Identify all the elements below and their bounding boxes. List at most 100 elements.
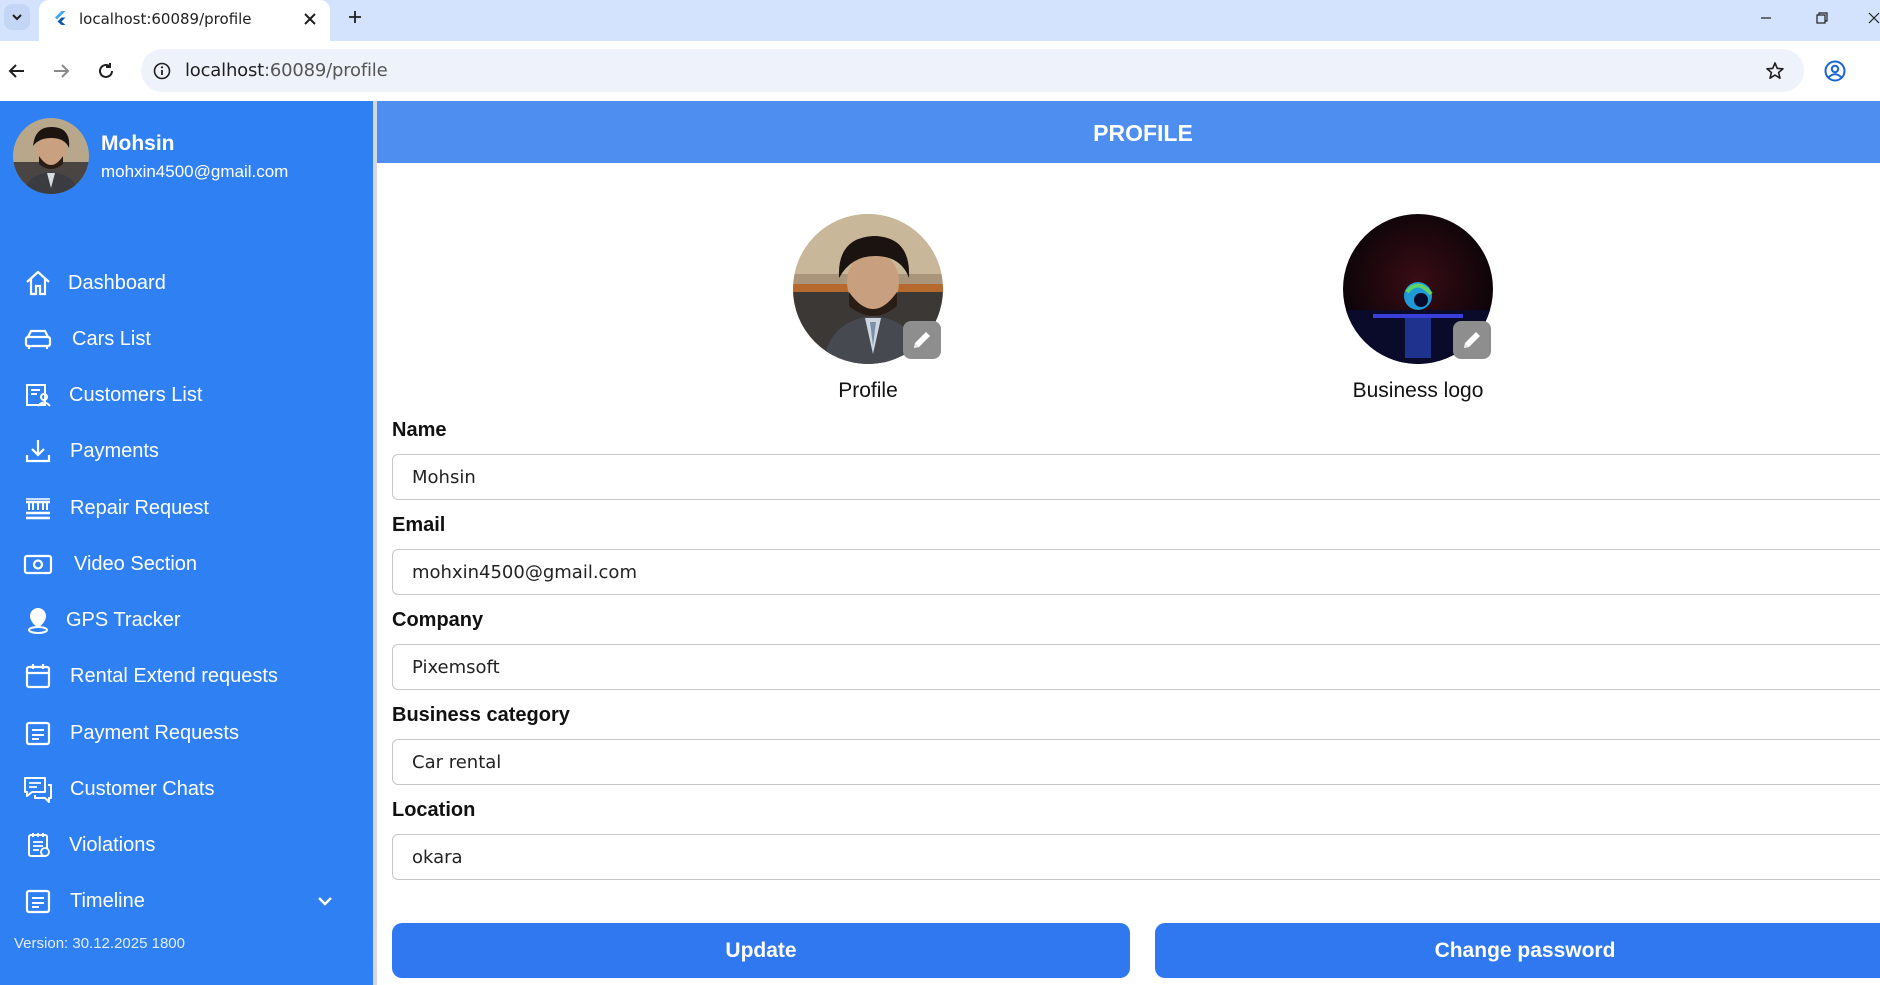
email-field[interactable] [392, 549, 1880, 595]
calendar-icon [22, 660, 54, 692]
chevron-down-icon [12, 14, 22, 21]
plus-icon [349, 11, 361, 23]
restore-icon [1816, 12, 1828, 24]
user-name: Mohsin [101, 132, 175, 155]
business-category-input[interactable] [412, 752, 1812, 773]
sidebar-item-dashboard[interactable]: Dashboard [0, 259, 373, 307]
profile-photo-block [793, 214, 943, 364]
company-label: Company [392, 609, 484, 631]
sidebar-item-rental-extend-requests[interactable]: Rental Extend requests [0, 652, 373, 700]
location-field[interactable] [392, 834, 1880, 880]
pencil-icon [1464, 332, 1480, 348]
sidebar-item-label: Timeline [70, 889, 145, 912]
version-text: Version: 30.12.2025 1800 [14, 935, 185, 952]
header-bar: PROFILE [377, 101, 1880, 163]
back-button[interactable] [2, 56, 32, 86]
name-label: Name [392, 419, 447, 441]
location-input[interactable] [412, 847, 1812, 868]
video-icon [22, 548, 54, 580]
sidebar-item-video-section[interactable]: Video Section [0, 540, 373, 588]
download-icon [22, 435, 54, 467]
url-path: :60089/profile [264, 60, 388, 81]
car-icon [22, 323, 54, 355]
info-icon [153, 62, 171, 80]
tab-list-button[interactable] [4, 4, 30, 30]
sidebar-item-label: Repair Request [70, 496, 209, 519]
user-email: mohxin4500@gmail.com [101, 162, 289, 181]
document-icon [22, 717, 54, 749]
sidebar-item-label: Violations [69, 833, 156, 856]
sidebar-item-payments[interactable]: Payments [0, 427, 373, 475]
home-icon [22, 267, 54, 299]
sidebar-item-violations[interactable]: Violations [0, 821, 373, 869]
reload-button[interactable] [91, 56, 121, 86]
email-input[interactable] [412, 562, 1812, 583]
chat-icon [22, 773, 54, 805]
business-category-field[interactable] [392, 739, 1880, 785]
page-title: PROFILE [1093, 120, 1193, 146]
chevron-down-icon[interactable] [313, 889, 337, 913]
name-input[interactable] [412, 467, 1812, 488]
url-text: localhost:60089/profile [185, 60, 388, 81]
sidebar-item-label: Dashboard [68, 271, 166, 294]
edit-profile-photo-button[interactable] [903, 321, 941, 359]
main-content: PROFILE Profile Business logo Name Mohsi… [377, 101, 1880, 985]
close-icon [304, 13, 316, 25]
business-category-label: Business category [392, 704, 570, 726]
flutter-icon [55, 11, 66, 25]
company-field[interactable] [392, 644, 1880, 690]
change-password-button[interactable]: Change password [1155, 923, 1880, 978]
user-photo [13, 118, 89, 194]
close-icon [1868, 12, 1880, 24]
location-label: Location [392, 799, 476, 821]
company-input[interactable] [412, 657, 1812, 678]
window-close-button[interactable] [1860, 6, 1880, 30]
timeline-icon [22, 885, 54, 917]
site-info-button[interactable] [150, 59, 174, 83]
customers-icon [22, 379, 54, 411]
minimize-button[interactable] [1752, 6, 1780, 30]
new-tab-button[interactable] [342, 4, 368, 30]
sidebar-item-label: Customer Chats [70, 777, 215, 800]
address-bar[interactable]: localhost:60089/profile [141, 49, 1804, 92]
reload-icon [99, 63, 113, 78]
bookmark-button[interactable] [1761, 57, 1789, 85]
sidebar-item-cars-list[interactable]: Cars List [0, 315, 373, 363]
restore-button[interactable] [1808, 6, 1836, 30]
business-logo-label: Business logo [1352, 379, 1484, 402]
sidebar-item-payment-requests[interactable]: Payment Requests [0, 709, 373, 757]
location-pin-icon [22, 604, 54, 636]
close-tab-button[interactable] [298, 7, 322, 31]
tab-title: localhost:60089/profile [79, 10, 252, 28]
business-logo-block [1343, 214, 1493, 364]
violations-icon [22, 829, 54, 861]
arrow-left-icon [8, 64, 24, 78]
repair-icon [22, 492, 54, 524]
user-avatar [13, 118, 89, 194]
sidebar-item-label: Cars List [72, 327, 151, 350]
edit-business-logo-button[interactable] [1453, 321, 1491, 359]
sidebar-item-repair-request[interactable]: Repair Request [0, 484, 373, 532]
browser-tab[interactable]: localhost:60089/profile [39, 0, 330, 41]
pencil-icon [914, 332, 930, 348]
browser-profile-button[interactable] [1820, 56, 1850, 86]
sidebar-item-label: Customers List [69, 383, 203, 406]
sidebar-item-gps-tracker[interactable]: GPS Tracker [0, 596, 373, 644]
profile-photo-label: Profile [838, 379, 898, 402]
arrow-right-icon [54, 64, 70, 78]
name-field[interactable] [392, 454, 1880, 500]
sidebar-item-label: Payment Requests [70, 721, 239, 744]
sidebar: Mohsin mohxin4500@gmail.com Dashboard Ca… [0, 101, 373, 985]
email-label: Email [392, 514, 446, 536]
sidebar-item-label: Payments [70, 439, 159, 462]
sidebar-item-timeline[interactable]: Timeline [0, 877, 373, 925]
sidebar-item-customer-chats[interactable]: Customer Chats [0, 765, 373, 813]
sidebar-item-customers-list[interactable]: Customers List [0, 371, 373, 419]
sidebar-item-label: Video Section [74, 552, 198, 575]
browser-tabstrip: localhost:60089/profile [0, 0, 1880, 41]
star-icon [1766, 62, 1784, 79]
account-circle-icon [1824, 60, 1846, 82]
browser-toolbar: localhost:60089/profile [0, 41, 1880, 101]
forward-button[interactable] [46, 56, 76, 86]
update-button[interactable]: Update [392, 923, 1130, 978]
